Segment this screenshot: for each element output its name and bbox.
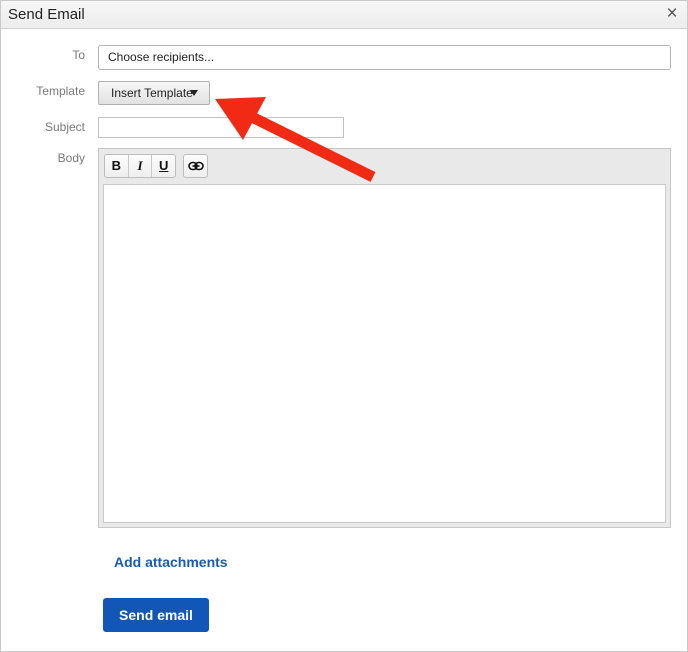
add-attachments-link[interactable]: Add attachments [114, 554, 228, 570]
close-icon[interactable]: × [664, 4, 680, 23]
insert-link-button[interactable] [183, 154, 208, 178]
body-text-area[interactable] [103, 184, 666, 523]
recipients-input[interactable]: Choose recipients... [98, 45, 671, 70]
send-email-button[interactable]: Send email [103, 598, 209, 632]
italic-button[interactable]: I [127, 155, 152, 177]
template-label: Template [36, 84, 85, 98]
underline-button[interactable]: U [151, 155, 175, 177]
dialog-title: Send Email [8, 6, 85, 23]
caret-down-icon [190, 90, 198, 96]
subject-input[interactable] [98, 117, 344, 138]
link-icon [188, 161, 204, 171]
bold-button[interactable]: B [105, 155, 128, 177]
body-editor: B I U [98, 148, 671, 528]
insert-template-label: Insert Template [111, 86, 193, 100]
formatting-toolbar: B I U [104, 154, 176, 178]
body-label: Body [57, 151, 85, 165]
subject-label: Subject [44, 120, 85, 134]
to-label: To [72, 48, 85, 62]
send-email-dialog: Send Email × To Choose recipients... Tem… [0, 0, 688, 652]
insert-template-dropdown[interactable]: Insert Template [98, 81, 210, 105]
dialog-titlebar: Send Email × [1, 1, 687, 29]
